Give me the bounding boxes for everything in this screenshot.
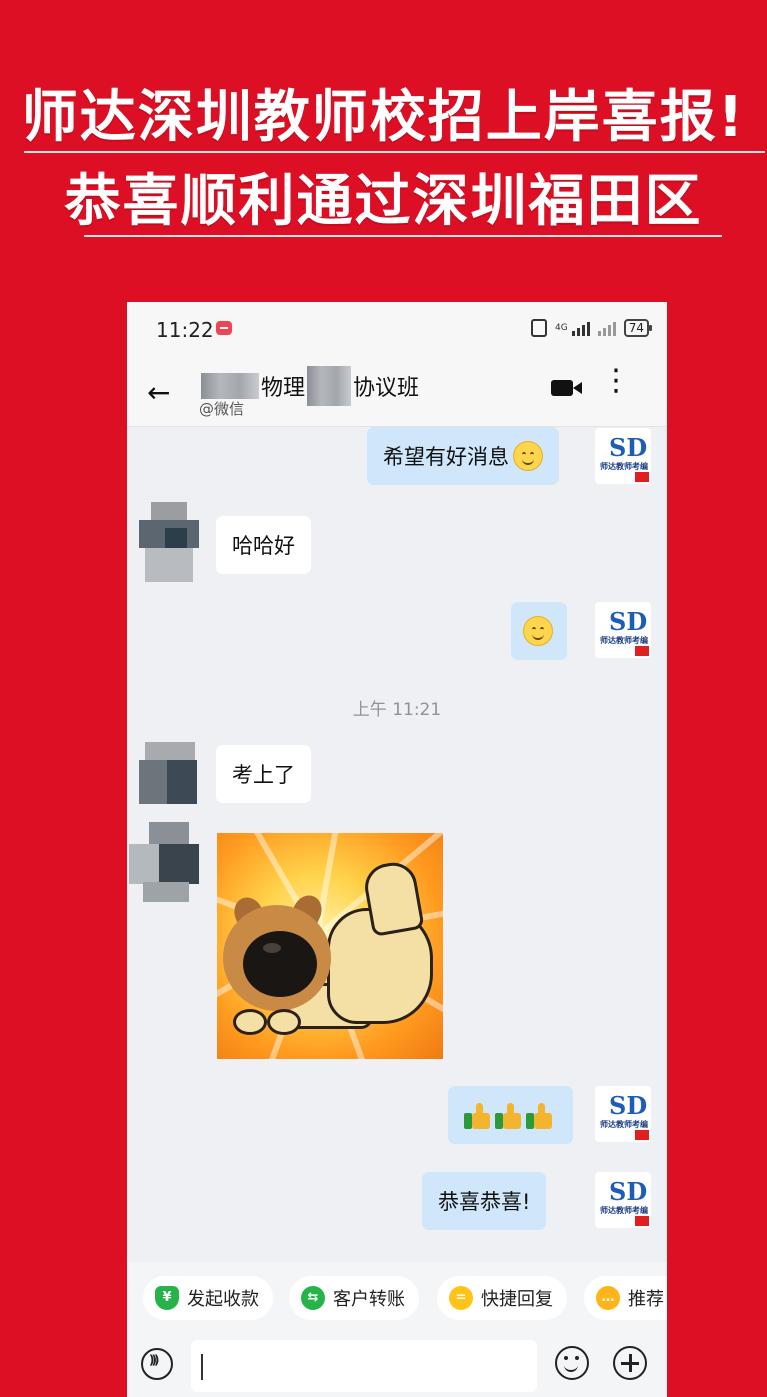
avatar-me[interactable]: SD 师达教师考编 — [595, 428, 651, 484]
thumbs-up-emoji-icon — [526, 1101, 554, 1129]
message-bubble[interactable]: 考上了 — [216, 745, 311, 803]
flag-icon — [635, 1216, 649, 1226]
add-attachment-icon[interactable] — [613, 1346, 647, 1380]
avatar-me[interactable]: SD 师达教师考编 — [595, 1086, 651, 1142]
transfer-icon: ⇆ — [301, 1286, 325, 1310]
banner-underline-2 — [84, 235, 722, 237]
message-bubble[interactable]: 哈哈好 — [216, 516, 311, 574]
logo-text: 师达教师考编 — [600, 1206, 648, 1215]
banner-line-1: 师达深圳教师校招上岸喜报! — [21, 85, 746, 150]
message-bubble[interactable]: 恭喜恭喜! — [422, 1172, 547, 1230]
logo-text: 师达教师考编 — [600, 636, 648, 645]
chat-title-part-1: 物理 — [261, 376, 306, 401]
status-time: 11:22 — [156, 318, 214, 342]
message-me-2 — [511, 602, 567, 660]
avatar-contact[interactable] — [139, 742, 199, 804]
message-bubble[interactable] — [448, 1086, 573, 1144]
voice-input-icon[interactable] — [141, 1348, 173, 1380]
thumbs-up-emoji-icon — [464, 1101, 492, 1129]
message-input[interactable] — [191, 1340, 537, 1392]
logo-icon: SD — [609, 1177, 648, 1206]
message-text: 希望有好消息 — [383, 445, 509, 469]
chip-quick-reply[interactable]: = 快捷回复 — [437, 1276, 567, 1320]
quick-action-bar: ¥ 发起收款 ⇆ 客户转账 = 快捷回复 … 推荐 — [127, 1262, 667, 1336]
banner-line-2: 恭喜顺利通过深圳福田区 — [64, 169, 703, 234]
chip-label: 客户转账 — [333, 1289, 405, 1310]
smile-emoji-icon — [513, 441, 543, 471]
message-contact-1: 哈哈好 — [216, 516, 311, 574]
nfc-icon — [531, 319, 548, 337]
message-text: 哈哈好 — [232, 534, 295, 558]
logo-icon: SD — [609, 1091, 648, 1120]
chip-label: 推荐 — [628, 1289, 664, 1310]
thumbs-up-emoji-icon — [495, 1101, 523, 1129]
smile-emoji-icon — [523, 616, 553, 646]
back-arrow-icon[interactable]: ← — [147, 376, 170, 409]
message-me-3 — [448, 1086, 573, 1144]
more-options-icon[interactable]: ⋮ — [601, 366, 631, 396]
avatar-me[interactable]: SD 师达教师考编 — [595, 1172, 651, 1228]
battery-indicator: 74 — [623, 319, 653, 337]
yuan-shield-icon: ¥ — [155, 1286, 179, 1310]
message-text: 恭喜恭喜! — [438, 1190, 531, 1214]
chip-customer-transfer[interactable]: ⇆ 客户转账 — [289, 1276, 419, 1320]
chip-collect-payment[interactable]: ¥ 发起收款 — [143, 1276, 273, 1320]
logo-icon: SD — [609, 433, 648, 462]
flag-icon — [635, 1130, 649, 1140]
avatar-contact[interactable] — [129, 822, 199, 902]
phone-screenshot: 11:22 4G 74 ← 物理 协议班 @微信 ⋮ 希望有好消息 SD 师达教… — [127, 302, 667, 1397]
video-call-icon[interactable] — [551, 380, 582, 396]
avatar-me[interactable]: SD 师达教师考编 — [595, 602, 651, 658]
emoji-picker-icon[interactable] — [555, 1346, 589, 1380]
chat-subtitle: @微信 — [199, 400, 245, 418]
avatar-contact[interactable] — [139, 502, 199, 582]
notification-dot-icon — [216, 321, 232, 335]
message-me-1: 希望有好消息 — [367, 427, 559, 485]
logo-text: 师达教师考编 — [600, 462, 648, 471]
flag-icon — [635, 472, 649, 482]
status-bar: 11:22 4G 74 — [127, 302, 667, 358]
chat-title-part-2: 协议班 — [353, 376, 420, 401]
logo-icon: SD — [609, 607, 648, 636]
logo-text: 师达教师考编 — [600, 1120, 648, 1129]
recommend-icon: … — [596, 1286, 620, 1310]
signal-icon — [571, 320, 590, 336]
message-contact-2: 考上了 — [216, 745, 311, 803]
banner-underline-1 — [24, 151, 765, 153]
blurred-name-part — [201, 373, 259, 399]
time-separator: 上午 11:21 — [352, 700, 442, 720]
text-caret — [201, 1354, 203, 1380]
message-bubble[interactable]: 希望有好消息 — [367, 427, 559, 485]
blurred-name-part-2 — [307, 366, 352, 406]
signal-2-icon — [597, 320, 616, 336]
message-bubble[interactable] — [511, 602, 567, 660]
chip-label: 发起收款 — [187, 1289, 259, 1310]
chat-header: ← 物理 协议班 @微信 ⋮ — [127, 358, 667, 427]
quick-reply-icon: = — [449, 1286, 473, 1310]
chip-recommend[interactable]: … 推荐 — [584, 1276, 667, 1320]
network-type: 4G — [555, 323, 568, 333]
flag-icon — [635, 646, 649, 656]
chip-label: 快捷回复 — [481, 1289, 553, 1310]
message-me-4: 恭喜恭喜! — [422, 1172, 547, 1230]
message-text: 考上了 — [232, 763, 295, 787]
input-bar — [127, 1336, 667, 1397]
dog-thumbs-up-sticker[interactable] — [217, 833, 443, 1059]
